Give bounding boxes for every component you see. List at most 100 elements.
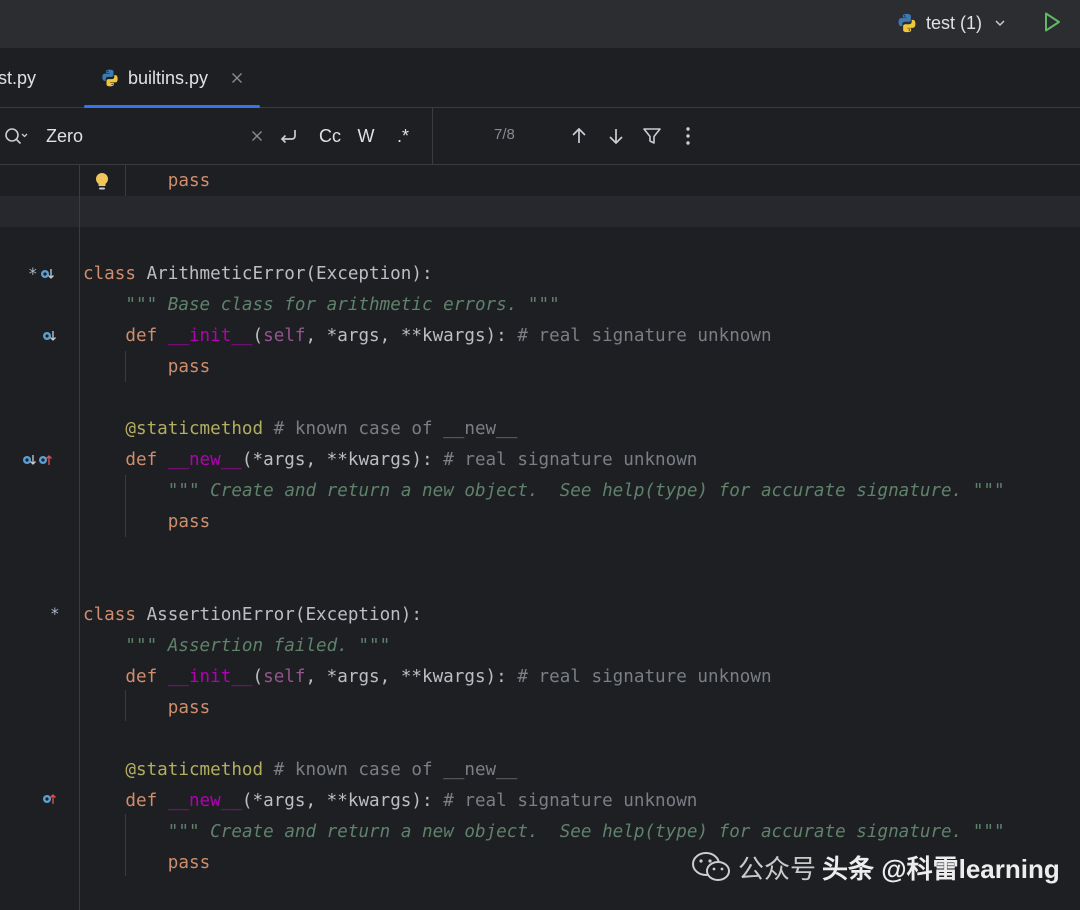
code-token: __new__ (167, 791, 242, 811)
more-options-icon[interactable] (676, 124, 700, 148)
code-token: def (125, 326, 168, 346)
editor-tab-bar: st.py builtins.py (0, 48, 1080, 108)
newline-icon[interactable] (276, 124, 300, 148)
code-line[interactable]: def __init__(self, *args, **kwargs): # r… (125, 662, 771, 693)
code-line[interactable]: def __new__(*args, **kwargs): # real sig… (125, 786, 697, 817)
watermark-text: 公众号 (738, 853, 817, 884)
code-token: # real signature unknown (517, 667, 772, 687)
code-token: # real signature unknown (517, 326, 772, 346)
code-token: self (263, 326, 306, 346)
gutter-markers (42, 783, 56, 814)
indent-guide (125, 690, 126, 721)
find-bar: Cc W .* 7/8 (0, 108, 1080, 165)
bookmark-star-icon: * (28, 264, 38, 283)
filter-icon[interactable] (640, 124, 664, 148)
code-line[interactable]: pass (168, 352, 210, 383)
tab-label: builtins.py (128, 67, 209, 88)
gutter-markers: * (28, 258, 54, 289)
arrow-up-icon[interactable] (567, 124, 591, 148)
caret-row-highlight (0, 196, 1080, 227)
search-history-icon[interactable] (2, 125, 28, 147)
code-token: __new__ (167, 450, 242, 470)
code-line[interactable]: """ Create and return a new object. See … (168, 476, 1005, 507)
code-line[interactable]: @staticmethod # known case of __new__ (125, 755, 517, 786)
overrides-down-icon[interactable] (22, 452, 36, 468)
code-line[interactable]: pass (168, 848, 210, 879)
code-token: # known case of __new__ (263, 760, 518, 780)
code-line[interactable]: def __init__(self, *args, **kwargs): # r… (125, 321, 771, 352)
match-count: 7/8 (494, 126, 515, 143)
code-token: # known case of __new__ (263, 419, 518, 439)
arrow-down-icon[interactable] (604, 124, 628, 148)
code-token: __init__ (167, 326, 253, 346)
code-token: class (83, 605, 147, 625)
overrides-down-icon[interactable] (42, 328, 56, 344)
find-input[interactable] (46, 123, 236, 149)
indent-guide (125, 814, 126, 876)
code-token: pass (167, 698, 211, 718)
clear-search-icon[interactable] (248, 127, 266, 145)
match-case-button[interactable]: Cc (316, 122, 344, 150)
code-token: ArithmeticError(Exception): (146, 264, 433, 284)
overrides-up-icon[interactable] (42, 791, 56, 807)
code-line[interactable]: class ArithmeticError(Exception): (83, 259, 433, 290)
code-token: def (125, 450, 168, 470)
code-token: pass (167, 171, 211, 191)
code-token: """ Create and return a new object. See … (167, 481, 1005, 501)
code-line[interactable]: """ Assertion failed. """ (125, 631, 390, 662)
code-line[interactable]: class AssertionError(Exception): (83, 600, 422, 631)
code-line[interactable]: pass (168, 507, 210, 538)
tab-test-py[interactable]: st.py (0, 48, 36, 108)
code-token: # real signature unknown (443, 791, 698, 811)
code-token: AssertionError(Exception): (146, 605, 422, 625)
gutter-separator (79, 165, 80, 910)
code-line[interactable]: """ Create and return a new object. See … (168, 817, 1005, 848)
run-configuration-selector[interactable]: test (1) (896, 9, 1006, 37)
gutter-markers (42, 320, 56, 351)
close-icon[interactable] (228, 69, 246, 87)
code-line[interactable]: def __new__(*args, **kwargs): # real sig… (125, 445, 697, 476)
wechat-logo-icon (692, 852, 730, 881)
gutter-markers: * (50, 598, 60, 629)
regex-button[interactable]: .* (390, 122, 416, 150)
watermark: 公众号 头条 @科雷learning (690, 846, 1060, 888)
code-token: """ Create and return a new object. See … (167, 822, 1005, 842)
code-token: __init__ (167, 667, 253, 687)
code-token: self (263, 667, 306, 687)
code-line[interactable]: pass (168, 166, 210, 197)
code-token: @staticmethod (125, 419, 264, 439)
python-icon (102, 69, 118, 87)
tab-label: st.py (0, 67, 37, 88)
code-token: def (125, 667, 168, 687)
code-token: @staticmethod (125, 760, 264, 780)
play-icon[interactable] (1040, 10, 1064, 34)
code-line[interactable]: """ Base class for arithmetic errors. ""… (125, 290, 559, 321)
run-configuration-label: test (1) (926, 12, 983, 33)
overrides-down-icon[interactable] (40, 266, 54, 282)
code-token: """ Base class for arithmetic errors. ""… (125, 295, 560, 315)
watermark-text: 头条 @科雷learning (822, 853, 1060, 884)
code-editor[interactable]: * * pass class ArithmeticError(Exception)… (0, 165, 1080, 910)
tab-builtins-py[interactable]: builtins.py (84, 48, 260, 108)
bookmark-star-icon: * (50, 604, 60, 623)
chevron-down-icon (995, 20, 1005, 27)
overrides-up-icon[interactable] (38, 452, 52, 468)
code-token: pass (167, 853, 211, 873)
indent-guide (125, 165, 126, 196)
python-icon (898, 13, 916, 33)
run-toolbar: test (1) (0, 0, 1080, 48)
lightbulb-icon[interactable] (92, 171, 112, 193)
code-line[interactable]: @staticmethod # known case of __new__ (125, 414, 517, 445)
code-token: pass (167, 512, 211, 532)
find-bar-separator (432, 108, 433, 165)
code-token: , *args, **kwargs): (305, 326, 518, 346)
code-token: (*args, **kwargs): (241, 450, 444, 470)
code-token: (*args, **kwargs): (241, 791, 444, 811)
code-token: pass (167, 357, 211, 377)
indent-guide (125, 351, 126, 382)
code-token: , *args, **kwargs): (305, 667, 518, 687)
code-token: # real signature unknown (443, 450, 698, 470)
whole-words-button[interactable]: W (354, 122, 378, 150)
code-token: """ Assertion failed. """ (125, 636, 391, 656)
code-line[interactable]: pass (168, 693, 210, 724)
